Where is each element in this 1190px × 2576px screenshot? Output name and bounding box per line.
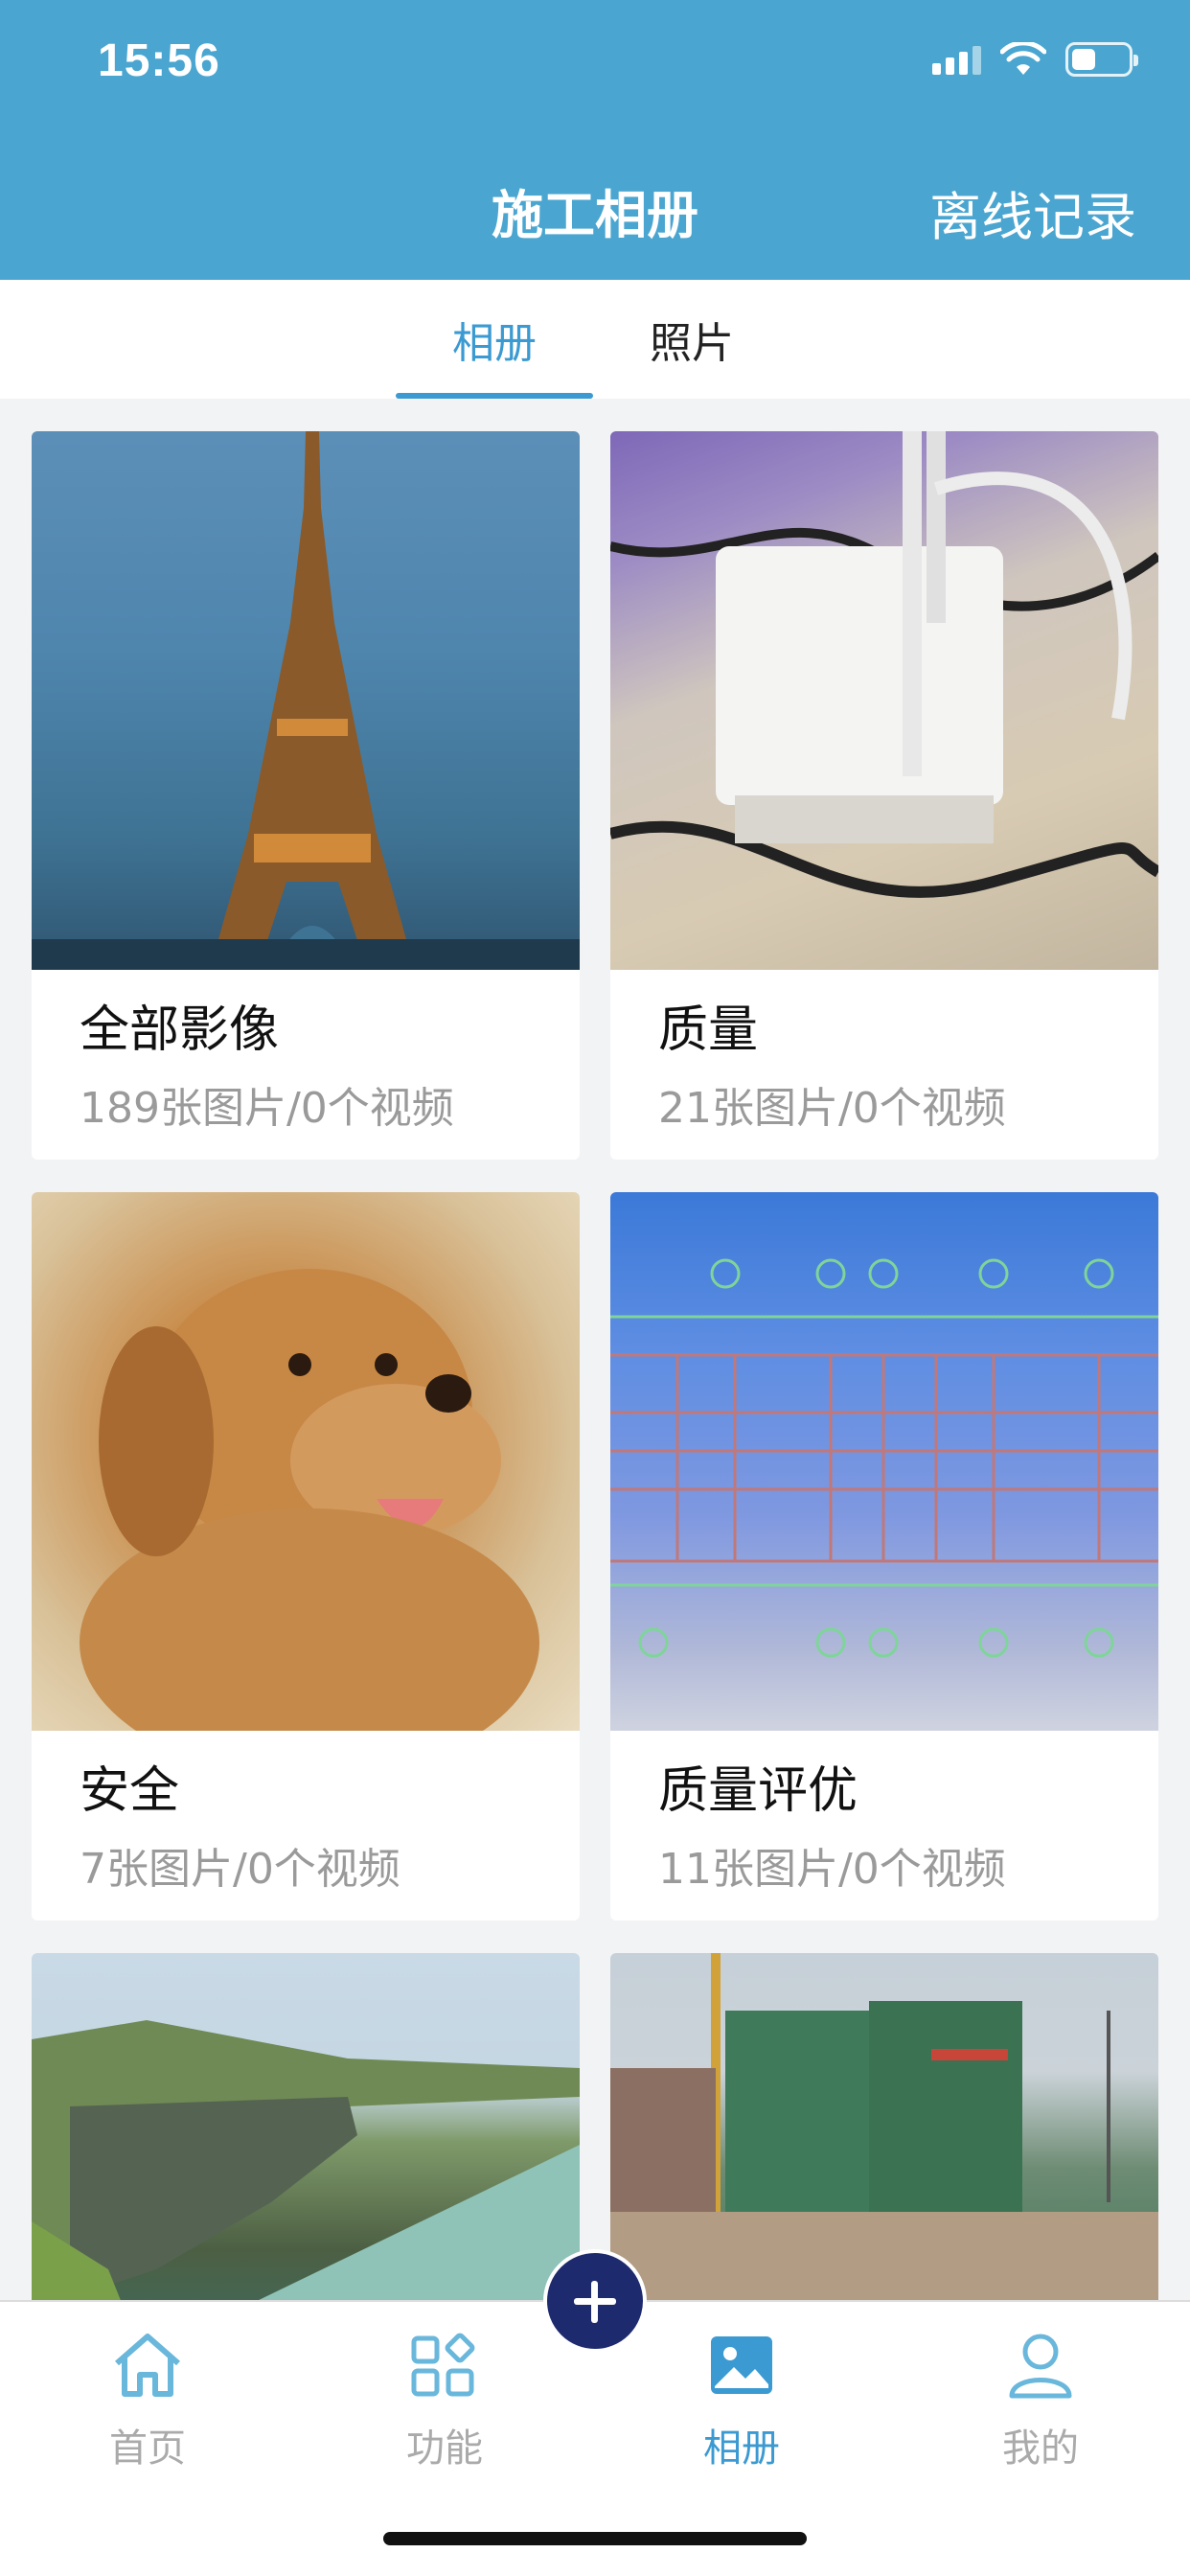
cellular-signal-icon [932,44,981,75]
album-card[interactable]: 安全 7张图片/0个视频 [32,1192,580,1920]
tab-bar: 相册 照片 [0,280,1190,399]
album-cover-image [610,1192,1158,1731]
album-count: 189张图片/0个视频 [80,1084,454,1133]
status-time: 15:56 [98,35,220,86]
nav-label: 功能 [406,2426,483,2471]
nav-label: 首页 [109,2426,186,2471]
add-button[interactable] [543,2249,647,2353]
nav-item-home[interactable]: 首页 [52,2325,243,2472]
album-count: 11张图片/0个视频 [658,1845,1006,1894]
offline-records-button[interactable]: 离线记录 [929,174,1136,250]
album-card[interactable]: 质量评优 11张图片/0个视频 [610,1192,1158,1920]
home-indicator [383,2532,807,2545]
nav-label: 相册 [703,2426,780,2471]
tab-photos[interactable]: 照片 [593,309,790,399]
album-name: 全部影像 [80,1001,280,1059]
album-cover-image [610,1953,1158,2300]
nav-item-album[interactable]: 相册 [646,2325,837,2472]
album-grid: 全部影像 189张图片/0个视频 质量 21张图片/0个视频 安全 7张图片/0… [0,399,1190,2300]
status-icons [932,42,1138,77]
tab-album[interactable]: 相册 [396,309,593,399]
album-cover-image [32,1953,580,2300]
apps-grid-icon [411,2333,475,2397]
album-card[interactable]: 质量 21张图片/0个视频 [610,431,1158,1160]
wifi-icon [1000,42,1046,75]
battery-icon [1065,42,1138,77]
nav-item-functions[interactable]: 功能 [349,2325,540,2472]
album-count: 7张图片/0个视频 [80,1845,400,1894]
album-card[interactable] [610,1953,1158,2300]
album-card[interactable] [32,1953,580,2300]
album-name: 质量评优 [658,1762,858,1820]
nav-label: 我的 [1002,2426,1079,2471]
album-name: 质量 [658,1001,759,1059]
album-cover-image [32,431,580,970]
album-cover-image [32,1192,580,1731]
app-header: 15:56 施工相册 离线记录 [0,0,1190,280]
home-icon [115,2334,180,2397]
album-cover-image [610,431,1158,970]
album-card[interactable]: 全部影像 189张图片/0个视频 [32,431,580,1160]
nav-item-mine[interactable]: 我的 [945,2325,1136,2472]
image-album-icon [711,2336,772,2394]
album-count: 21张图片/0个视频 [658,1084,1006,1133]
album-name: 安全 [80,1762,180,1820]
user-profile-icon [1009,2334,1072,2399]
